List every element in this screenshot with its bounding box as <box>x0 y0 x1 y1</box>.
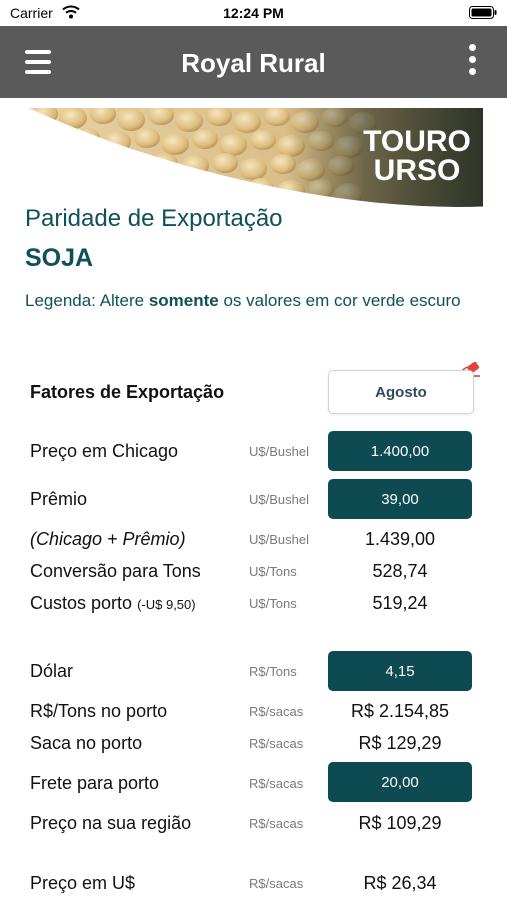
app-header: Royal Rural <box>0 26 507 98</box>
legend-prefix: Legenda: Altere <box>25 291 149 310</box>
row-label-frete: Frete para porto <box>30 773 160 793</box>
custos-label-note: (-U$ 9,50) <box>137 597 196 612</box>
dollar-rate-input[interactable]: 4,15 <box>328 651 472 691</box>
legend-suffix: os valores em cor verde escuro <box>218 291 461 310</box>
row-unit-conversao: U$/Tons <box>249 564 297 579</box>
row-label-soma: (Chicago + Prêmio) <box>30 529 186 549</box>
row-unit-custos: U$/Tons <box>249 596 297 611</box>
legend-emphasis: somente <box>148 291 219 310</box>
app-title: Royal Rural <box>181 48 326 78</box>
row-unit-soma: U$/Bushel <box>249 532 309 547</box>
row-unit-chicago: U$/Bushel <box>249 444 309 459</box>
row-value-usd: R$ 26,34 <box>363 873 437 893</box>
row-value-tons-porto: R$ 2.154,85 <box>350 701 450 721</box>
battery-icon <box>469 6 497 19</box>
row-label-usd: Preço em U$ <box>30 873 136 893</box>
row-label-tons-porto: R$/Tons no porto <box>30 701 168 721</box>
row-label-premio: Prêmio <box>30 489 88 509</box>
row-label-conversao: Conversão para Tons <box>30 561 201 581</box>
row-unit-saca-porto: R$/sacas <box>249 736 304 751</box>
more-options-icon[interactable] <box>469 44 477 78</box>
status-bar: Carrier 12:24 PM <box>0 0 507 26</box>
row-unit-premio: U$/Bushel <box>249 492 309 507</box>
row-unit-tons-porto: R$/sacas <box>249 704 304 719</box>
status-time: 12:24 PM <box>223 5 284 21</box>
crop-name: SOJA <box>25 244 94 272</box>
row-value-conversao: 528,74 <box>372 561 428 581</box>
row-unit-dolar: R$/Tons <box>249 664 297 679</box>
section-title: Fatores de Exportação <box>30 382 225 402</box>
row-value-saca-porto: R$ 129,29 <box>358 733 442 753</box>
banner-overlap <box>25 200 483 220</box>
custos-label-text: Custos porto <box>30 593 133 613</box>
row-label-dolar: Dólar <box>30 661 74 681</box>
row-unit-regiao: R$/sacas <box>249 816 304 831</box>
freight-input[interactable]: 20,00 <box>328 762 472 802</box>
row-value-soma: 1.439,00 <box>364 529 436 549</box>
month-selector[interactable]: Agosto <box>328 370 474 414</box>
logo-text-urso: URSO <box>374 154 461 187</box>
row-label-regiao: Preço na sua região <box>30 813 192 833</box>
row-value-custos: 519,24 <box>372 593 428 613</box>
premio-input[interactable]: 39,00 <box>328 479 472 519</box>
chicago-price-input[interactable]: 1.400,00 <box>328 431 472 471</box>
row-value-regiao: R$ 109,29 <box>358 813 442 833</box>
row-label-custos: Custos porto (-U$ 9,50) <box>30 593 196 614</box>
legend-text: Legenda: Altere somente os valores em co… <box>25 287 475 314</box>
row-unit-frete: R$/sacas <box>249 776 304 791</box>
row-unit-usd: R$/sacas <box>249 876 304 891</box>
row-label-saca-porto: Saca no porto <box>30 733 143 753</box>
row-label-chicago: Preço em Chicago <box>30 441 179 461</box>
